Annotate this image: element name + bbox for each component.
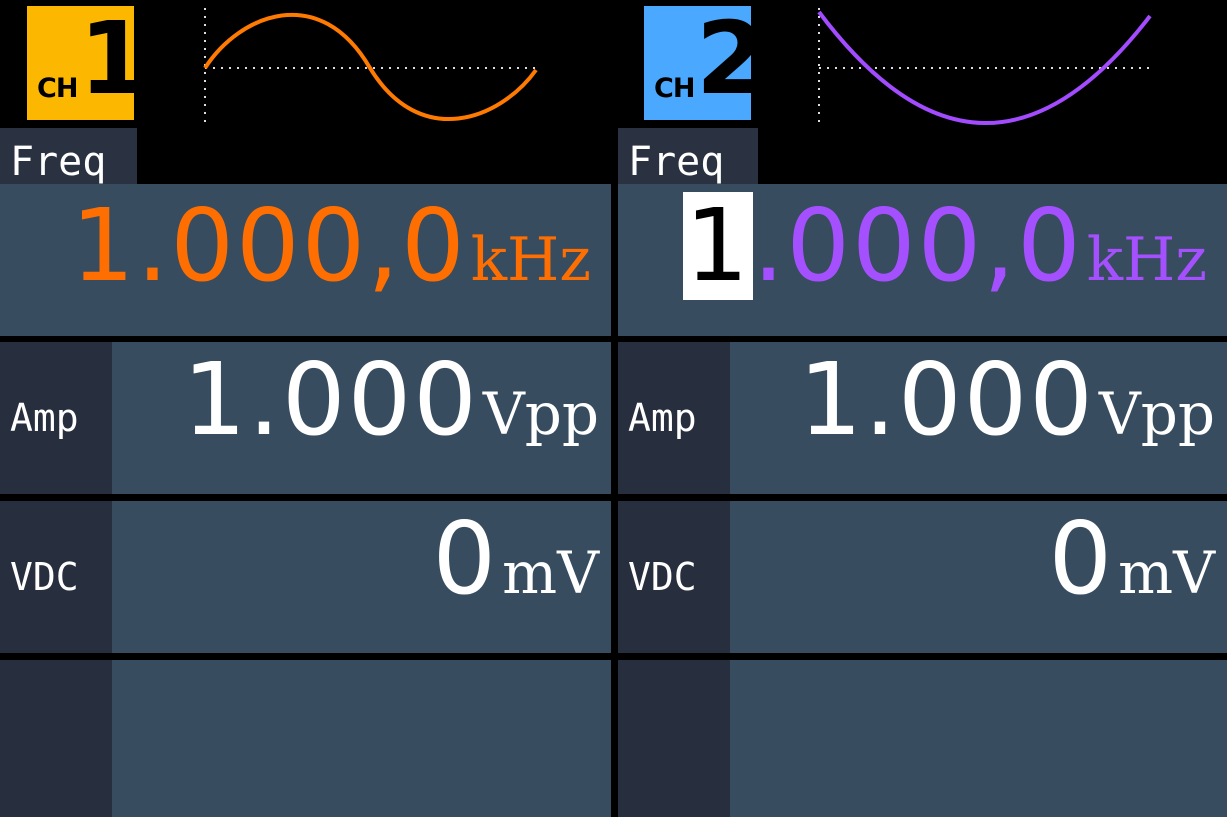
ch1-amplitude-row[interactable]: Amp 1.000Vpp — [0, 342, 611, 494]
ch1-dc-offset-row[interactable]: VDC 0mV — [0, 501, 611, 653]
ch2-empty-field[interactable] — [730, 660, 1227, 817]
ch2-badge-prefix: CH — [654, 73, 695, 104]
sine-wave-icon — [203, 8, 540, 122]
ch2-amplitude-field[interactable]: 1.000Vpp — [730, 342, 1227, 494]
ch2-frequency-digits: .000,0 — [752, 187, 1083, 304]
ch2-frequency-field[interactable]: 1.000,0kHz — [618, 184, 1227, 336]
ch2-dc-offset-digits: 0 — [1048, 500, 1115, 617]
ch1-empty-row[interactable] — [0, 660, 611, 817]
ch2-empty-label — [618, 660, 730, 817]
ch2-dc-offset-value: 0mV — [1048, 509, 1215, 623]
ch1-dc-offset-field[interactable]: 0mV — [112, 501, 611, 653]
ch1-dc-offset-label: VDC — [0, 501, 112, 653]
ch1-freq-tab[interactable]: Freq — [0, 128, 137, 185]
ch2-frequency-value: 1.000,0kHz — [683, 192, 1207, 310]
ch1-badge[interactable]: CH 1 — [27, 0, 149, 120]
ch2-amplitude-value: 1.000Vpp — [799, 350, 1215, 464]
parabola-wave-icon — [817, 8, 1154, 125]
ch1-dc-offset-value: 0mV — [432, 509, 599, 623]
ch2-amplitude-unit: Vpp — [1098, 380, 1215, 448]
channel-2-panel: CH 2 Freq 1.000,0kHz Amp 1.000Vpp VDC 0m… — [618, 0, 1227, 817]
ch2-dc-offset-unit: mV — [1118, 539, 1215, 607]
ch2-frequency-unit: kHz — [1086, 225, 1207, 295]
ch1-frequency-unit: kHz — [470, 225, 591, 295]
ch2-dc-offset-label: VDC — [618, 501, 730, 653]
ch1-badge-prefix: CH — [37, 73, 78, 104]
ch1-amplitude-digits: 1.000 — [182, 341, 479, 458]
channel-1-panel: CH 1 Freq 1.000,0kHz Amp 1.000Vpp VDC 0m… — [0, 0, 611, 817]
ch2-amplitude-digits: 1.000 — [798, 341, 1095, 458]
ch1-amplitude-value: 1.000Vpp — [183, 350, 599, 464]
ch1-empty-label — [0, 660, 112, 817]
ch2-freq-tab[interactable]: Freq — [618, 128, 758, 185]
ch1-frequency-field[interactable]: 1.000,0kHz — [0, 184, 611, 336]
ch1-frequency-value: 1.000,0kHz — [71, 196, 591, 310]
ch2-empty-row[interactable] — [618, 660, 1227, 817]
ch1-amplitude-label: Amp — [0, 342, 112, 494]
ch2-amplitude-row[interactable]: Amp 1.000Vpp — [618, 342, 1227, 494]
ch2-frequency-cursor-digit[interactable]: 1 — [683, 192, 753, 300]
ch2-badge-number: 2 — [696, 0, 766, 117]
ch1-amplitude-field[interactable]: 1.000Vpp — [112, 342, 611, 494]
ch1-frequency-digits: 1.000,0 — [71, 187, 467, 304]
ch1-dc-offset-unit: mV — [502, 539, 599, 607]
ch1-empty-field[interactable] — [112, 660, 611, 817]
ch2-badge[interactable]: CH 2 — [644, 0, 766, 120]
ch1-badge-number: 1 — [79, 0, 149, 117]
ch2-amplitude-label: Amp — [618, 342, 730, 494]
ch2-dc-offset-field[interactable]: 0mV — [730, 501, 1227, 653]
ch1-amplitude-unit: Vpp — [482, 380, 599, 448]
ch2-dc-offset-row[interactable]: VDC 0mV — [618, 501, 1227, 653]
ch1-dc-offset-digits: 0 — [432, 500, 499, 617]
